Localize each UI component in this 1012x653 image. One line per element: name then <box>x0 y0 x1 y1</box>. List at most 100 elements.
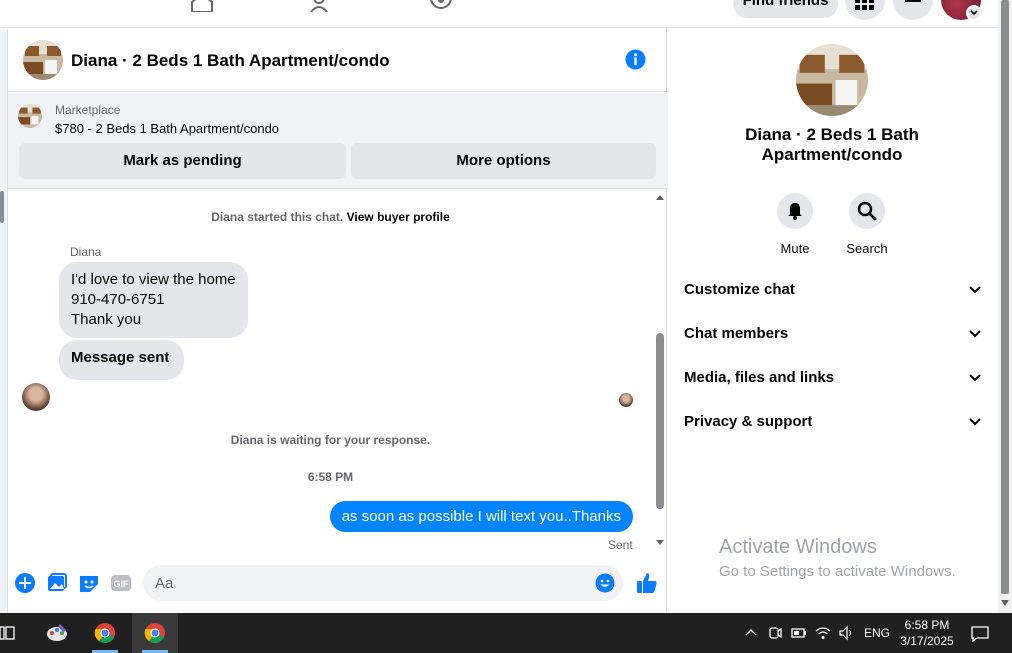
message-thread: Diana started this chat. View buyer prof… <box>8 190 653 552</box>
listing-price-title[interactable]: $780 - 2 Beds 1 Bath Apartment/condo <box>55 121 279 136</box>
privacy-support-row[interactable]: Privacy & support <box>684 408 984 436</box>
chat-started-notice: Diana started this chat. View buyer prof… <box>8 210 653 224</box>
search-button[interactable]: Search <box>837 193 897 256</box>
windows-taskbar: ENG 6:58 PM 3/17/2025 <box>0 613 1012 653</box>
message-line: I'd love to view the home <box>71 271 236 288</box>
message-line: 910-470-6751 <box>71 291 165 308</box>
task-view-icon[interactable] <box>0 625 16 641</box>
view-buyer-profile-link[interactable]: View buyer profile <box>347 210 450 224</box>
account-chevron-icon[interactable] <box>966 5 982 21</box>
scroll-down-arrow-icon[interactable] <box>656 540 664 545</box>
more-options-button[interactable]: More options <box>351 143 656 179</box>
search-icon <box>857 201 877 221</box>
gif-icon[interactable]: GIF <box>110 572 132 594</box>
thread-scroll-thumb[interactable] <box>656 333 664 509</box>
sender-avatar[interactable] <box>22 383 50 411</box>
sticker-icon[interactable] <box>78 572 100 594</box>
mute-button[interactable]: Mute <box>765 193 825 256</box>
row-label: Privacy & support <box>684 413 813 430</box>
notification-center-icon[interactable] <box>971 625 989 643</box>
clock-date: 3/17/2025 <box>900 634 954 648</box>
mute-label: Mute <box>780 241 810 256</box>
paint-app-icon <box>47 624 67 641</box>
chat-window: Diana · 2 Beds 1 Bath Apartment/condo Ma… <box>7 29 668 613</box>
notifications-button[interactable] <box>893 0 933 20</box>
chrome-icon <box>94 623 115 643</box>
window-scroll-down-icon[interactable] <box>1001 600 1009 606</box>
thumbs-up-icon[interactable] <box>635 571 659 595</box>
bell-icon <box>905 0 921 2</box>
chat-header: Diana · 2 Beds 1 Bath Apartment/condo <box>8 29 668 92</box>
grid-menu-icon <box>855 0 874 10</box>
taskbar-clock[interactable]: 6:58 PM 3/17/2025 <box>896 617 958 649</box>
message-timestamp: 6:58 PM <box>307 470 354 484</box>
left-edge <box>0 29 7 613</box>
taskbar-app-paint[interactable] <box>34 613 80 653</box>
battery-icon[interactable] <box>791 625 807 641</box>
info-panel-thumbnail[interactable] <box>796 44 868 116</box>
activate-windows-watermark: Activate Windows Go to Settings to activ… <box>719 536 956 580</box>
outgoing-message[interactable]: as soon as possible I will text you..Tha… <box>329 501 633 532</box>
clock-time: 6:58 PM <box>904 618 950 632</box>
home-icon[interactable] <box>189 0 215 12</box>
row-label: Chat members <box>684 325 789 342</box>
scroll-up-arrow-icon[interactable] <box>656 195 664 200</box>
language-indicator[interactable]: ENG <box>864 626 890 653</box>
chevron-down-icon <box>969 374 981 382</box>
left-scroll-thumb[interactable] <box>0 191 4 223</box>
chat-members-row[interactable]: Chat members <box>684 320 984 348</box>
groups-icon[interactable] <box>428 0 454 12</box>
chat-title[interactable]: Diana · 2 Beds 1 Bath Apartment/condo <box>71 51 390 71</box>
media-files-links-row[interactable]: Media, files and links <box>684 364 984 392</box>
search-label: Search <box>846 241 888 256</box>
plus-circle-icon[interactable] <box>14 572 36 594</box>
mark-as-pending-button[interactable]: Mark as pending <box>19 143 346 179</box>
chat-started-text: Diana started this chat. <box>211 210 344 224</box>
message-composer: GIF <box>8 561 668 605</box>
chevron-down-icon <box>969 330 981 338</box>
search-circle[interactable] <box>849 193 885 229</box>
seen-indicator-avatar <box>619 393 633 407</box>
find-friends-button[interactable]: Find friends <box>733 0 838 18</box>
wifi-icon[interactable] <box>815 625 831 641</box>
marketplace-thumbnail[interactable] <box>18 104 42 128</box>
chrome-icon <box>144 623 165 643</box>
watermark-line-1: Activate Windows <box>719 536 877 558</box>
info-panel-title: Diana · 2 Beds 1 Bath Apartment/condo <box>745 125 919 164</box>
bell-icon <box>788 203 802 220</box>
volume-icon[interactable] <box>838 625 854 641</box>
chat-info-panel: Diana · 2 Beds 1 Bath Apartment/condo Mu… <box>668 29 998 613</box>
mute-circle[interactable] <box>777 193 813 229</box>
message-input[interactable] <box>143 565 623 601</box>
incoming-message[interactable]: Message sent <box>59 340 185 380</box>
svg-text:GIF: GIF <box>114 579 130 589</box>
customize-chat-row[interactable]: Customize chat <box>684 276 984 304</box>
message-text: Message sent <box>71 349 170 366</box>
taskbar-app-chrome[interactable] <box>82 613 128 653</box>
sender-name: Diana <box>70 245 102 259</box>
emoji-icon[interactable] <box>595 573 615 593</box>
message-line: Thank you <box>71 311 142 328</box>
friends-icon[interactable] <box>309 0 335 12</box>
thread-scrollbar[interactable] <box>653 191 667 551</box>
chevron-down-icon <box>969 286 981 294</box>
window-scrollbar[interactable] <box>998 0 1012 613</box>
top-nav: Find friends <box>0 0 998 28</box>
window-scroll-thumb[interactable] <box>1001 0 1009 594</box>
incoming-message[interactable]: I'd love to view the home 910-470-6751 T… <box>59 262 248 338</box>
photo-icon[interactable] <box>46 572 68 594</box>
waiting-notice: Diana is waiting for your response. <box>230 433 431 447</box>
listing-thumbnail[interactable] <box>23 40 63 80</box>
info-icon[interactable] <box>625 49 646 70</box>
meet-now-icon[interactable] <box>767 625 783 641</box>
taskbar-app-chrome-active[interactable] <box>132 613 178 653</box>
marketplace-banner: Marketplace $780 - 2 Beds 1 Bath Apartme… <box>8 93 668 189</box>
chevron-down-icon <box>969 418 981 426</box>
row-label: Media, files and links <box>684 369 835 386</box>
watermark-line-2: Go to Settings to activate Windows. <box>719 563 956 580</box>
sent-status: Sent <box>608 538 633 552</box>
row-label: Customize chat <box>684 281 795 298</box>
marketplace-label: Marketplace <box>55 103 121 117</box>
chevron-up-icon[interactable] <box>743 625 759 641</box>
menu-button[interactable] <box>845 0 885 20</box>
